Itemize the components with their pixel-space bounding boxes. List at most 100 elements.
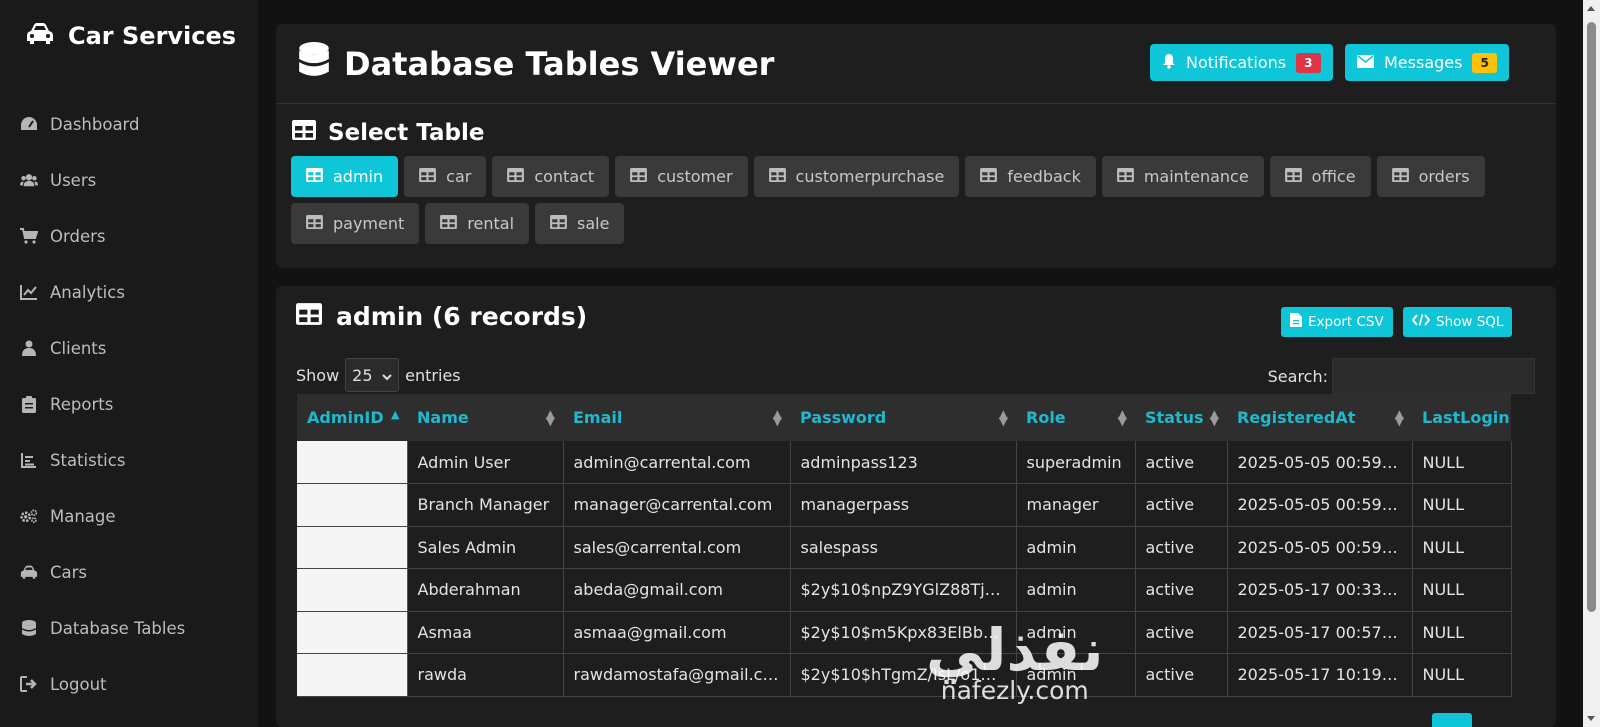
show-sql-button[interactable]: Show SQL: [1403, 307, 1513, 337]
table-button-label: sale: [577, 214, 610, 233]
show-label: Show: [296, 365, 340, 385]
table-button-group: admin car contact customer customerpurchase f…: [291, 156, 1531, 244]
cell-status: active: [1135, 611, 1228, 654]
sidebar-item-manage[interactable]: Manage: [20, 488, 250, 544]
window-scrollbar[interactable]: [1583, 0, 1600, 727]
column-header-registeredat[interactable]: RegisteredAt ▲ ▼: [1227, 394, 1412, 441]
cell-status: active: [1135, 483, 1228, 527]
sort-icon: ▲ ▼: [1117, 406, 1127, 428]
sidebar-item-label: Dashboard: [50, 114, 140, 134]
table-icon: [296, 302, 322, 331]
sidebar-item-logout[interactable]: Logout: [20, 656, 250, 712]
table-button-label: rental: [467, 214, 515, 233]
column-header-adminid[interactable]: AdminID ▲: [297, 394, 407, 441]
cell-lastlogin: NULL: [1412, 568, 1512, 612]
entries-label: entries: [405, 365, 461, 385]
table-button-maintenance[interactable]: maintenance: [1101, 156, 1264, 197]
car-icon: [20, 565, 38, 580]
clipboard-icon: [20, 395, 38, 413]
column-header-label: LastLogin: [1422, 408, 1510, 427]
table-button-rental[interactable]: rental: [425, 203, 530, 244]
cell-adminid: [297, 441, 408, 484]
bar-chart-icon: [20, 452, 38, 468]
cell-role: admin: [1016, 653, 1136, 697]
cart-icon: [20, 228, 38, 244]
table-button-label: feedback: [1007, 167, 1081, 186]
entries-select[interactable]: 25: [345, 358, 400, 392]
sidebar-item-label: Cars: [50, 562, 88, 582]
sidebar-item-analytics[interactable]: Analytics: [20, 264, 250, 320]
table-row[interactable]: Admin User admin@carrental.com adminpass12…: [297, 441, 1512, 484]
scrollbar-thumb[interactable]: [1587, 22, 1596, 612]
table-selector-card: Database Tables Viewer Notifications 3 M…: [276, 24, 1556, 268]
notifications-button[interactable]: Notifications 3: [1150, 44, 1333, 81]
column-header-name[interactable]: Name ▲ ▼: [407, 394, 563, 441]
column-header-label: Status: [1145, 408, 1204, 427]
column-header-label: Role: [1026, 408, 1066, 427]
page-title: Database Tables Viewer: [298, 42, 774, 86]
column-header-lastlogin[interactable]: LastLogin: [1412, 394, 1511, 441]
table-button-car[interactable]: car: [404, 156, 487, 197]
table-icon: [440, 214, 458, 233]
column-header-role[interactable]: Role ▲ ▼: [1016, 394, 1135, 441]
sidebar-item-clients[interactable]: Clients: [20, 320, 250, 376]
pagination-button[interactable]: [1432, 713, 1472, 727]
table-row[interactable]: Branch Manager manager@carrental.com manag…: [297, 483, 1512, 527]
table-button-admin[interactable]: admin: [291, 156, 399, 197]
table-button-label: payment: [333, 214, 405, 233]
cell-lastlogin: NULL: [1412, 441, 1512, 484]
cell-adminid: [297, 611, 408, 654]
cell-lastlogin: NULL: [1412, 483, 1512, 527]
table-button-payment[interactable]: payment: [291, 203, 420, 244]
table-button-sale[interactable]: sale: [535, 203, 625, 244]
column-header-label: AdminID: [307, 408, 384, 427]
messages-button[interactable]: Messages 5: [1345, 44, 1509, 81]
table-button-label: car: [446, 167, 472, 186]
cell-email: abeda@gmail.com: [563, 568, 791, 612]
table-button-feedback[interactable]: feedback: [965, 156, 1096, 197]
table-button-contact[interactable]: contact: [492, 156, 610, 197]
cell-email: sales@carrental.com: [563, 526, 791, 569]
table-row[interactable]: Asmaa asmaa@gmail.com $2y$10$m5Kpx83ElBbMy…: [297, 611, 1512, 654]
table-icon: [980, 167, 998, 186]
table-icon: [630, 167, 648, 186]
table-button-label: maintenance: [1143, 167, 1249, 186]
chevron-down-icon: [382, 366, 392, 385]
show-sql-label: Show SQL: [1436, 314, 1504, 330]
scroll-down-icon[interactable]: [1587, 716, 1595, 721]
notifications-count-badge: 3: [1296, 52, 1321, 73]
table-button-customerpurchase[interactable]: customerpurchase: [753, 156, 960, 197]
sidebar-item-cars[interactable]: Cars: [20, 544, 250, 600]
scroll-up-icon[interactable]: [1587, 6, 1595, 11]
cell-email: manager@carrental.com: [563, 483, 791, 527]
bell-icon: [1162, 53, 1176, 73]
brand[interactable]: Car Services: [26, 22, 236, 50]
sidebar-item-users[interactable]: Users: [20, 152, 250, 208]
cell-registeredat: 2025-05-17 10:19:13: [1227, 653, 1413, 697]
column-header-status[interactable]: Status ▲ ▼: [1135, 394, 1227, 441]
cell-registeredat: 2025-05-05 00:59:36: [1227, 526, 1413, 569]
sidebar-item-orders[interactable]: Orders: [20, 208, 250, 264]
column-header-password[interactable]: Password ▲ ▼: [790, 394, 1016, 441]
table-button-office[interactable]: office: [1269, 156, 1371, 197]
column-header-email[interactable]: Email ▲ ▼: [563, 394, 790, 441]
sidebar-item-dashboard[interactable]: Dashboard: [20, 96, 250, 152]
sort-icon: ▲ ▼: [1209, 406, 1219, 428]
cell-adminid: [297, 568, 408, 612]
table-button-customer[interactable]: customer: [615, 156, 748, 197]
database-icon: [20, 619, 38, 637]
table-row[interactable]: Abderahman abeda@gmail.com $2y$10$npZ9YGlZ…: [297, 568, 1512, 612]
sidebar-item-reports[interactable]: Reports: [20, 376, 250, 432]
sidebar-item-statistics[interactable]: Statistics: [20, 432, 250, 488]
search-input[interactable]: [1332, 358, 1535, 394]
table-button-orders[interactable]: orders: [1376, 156, 1485, 197]
cell-lastlogin: NULL: [1412, 611, 1512, 654]
code-icon: [1411, 314, 1431, 330]
cell-password: managerpass: [790, 483, 1017, 527]
table-button-label: office: [1311, 167, 1356, 186]
export-csv-button[interactable]: Export CSV: [1281, 307, 1393, 337]
table-button-label: customer: [657, 167, 733, 186]
sidebar-item-database-tables[interactable]: Database Tables: [20, 600, 250, 656]
table-row[interactable]: Sales Admin sales@carrental.com salespass a…: [297, 526, 1512, 569]
table-row[interactable]: rawda rawdamostafa@gmail.com $2y$10$hTgmZ/…: [297, 653, 1512, 697]
